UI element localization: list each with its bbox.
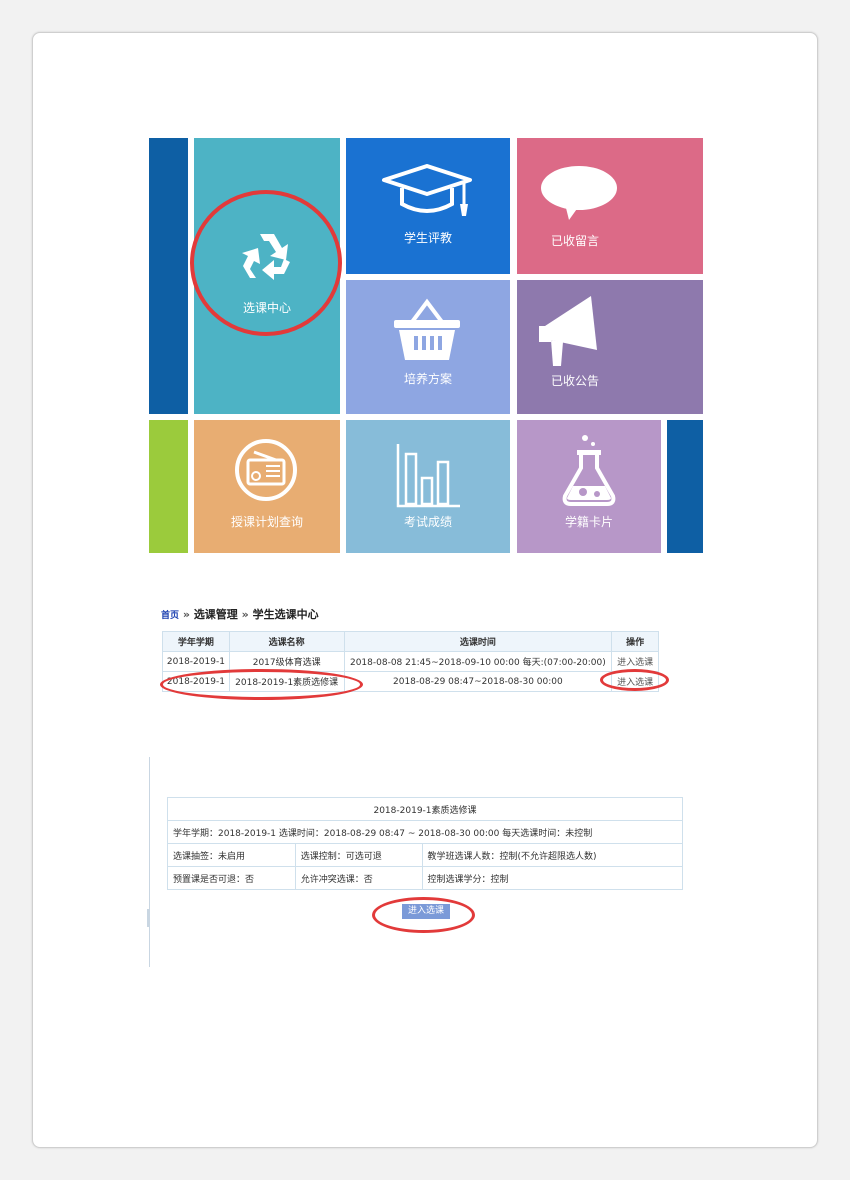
- speech-bubble-icon: [541, 166, 617, 220]
- detail-selection-control: 选课控制：可选可退: [294, 843, 423, 867]
- breadcrumb-level1: 选课管理: [193, 608, 238, 621]
- tile-label-student-card: 学籍卡片: [564, 515, 613, 529]
- detail-title: 2018-2019-1素质选修课: [167, 797, 683, 821]
- divider-line: [147, 909, 150, 927]
- recycle-icon: [242, 234, 290, 280]
- header-name: 选课名称: [228, 631, 345, 652]
- tile-label-course-selection: 选课中心: [242, 301, 291, 315]
- detail-preset-withdraw: 预置课是否可退：否: [167, 866, 296, 890]
- tile-label-received-notices: 已收公告: [551, 374, 600, 388]
- detail-allow-conflict: 允许冲突选课：否: [294, 866, 423, 890]
- tile-teaching-plan-query[interactable]: 授课计划查询: [194, 420, 340, 553]
- tile-student-evaluation[interactable]: 学生评教: [346, 138, 510, 274]
- tile-label-training-plan: 培养方案: [403, 372, 452, 386]
- enter-selection-link[interactable]: 进入选课: [611, 651, 659, 672]
- table-header-row: 学年学期 选课名称 选课时间 操作: [162, 631, 659, 652]
- breadcrumb-separator: »: [182, 608, 190, 621]
- flask-icon: [562, 435, 616, 506]
- basket-icon: [394, 298, 460, 360]
- course-detail-table: 2018-2019-1素质选修课 学年学期：2018-2019-1 选课时间：2…: [167, 797, 684, 890]
- cell-name: 2017级体育选课: [228, 651, 345, 672]
- tile-student-card[interactable]: 学籍卡片: [517, 420, 661, 553]
- tile-label-exam-scores: 考试成绩: [403, 515, 452, 529]
- tile-menu: 选课中心 学生评教 已收留言 培养方案 已收公告 授课计划查询 考试成绩 学籍卡…: [149, 138, 703, 553]
- cell-time: 2018-08-08 21:45~2018-09-10 00:00 每天:(07…: [343, 651, 613, 672]
- tile-received-notices[interactable]: 已收公告: [517, 280, 703, 414]
- header-term: 学年学期: [162, 631, 230, 652]
- tile-course-selection[interactable]: 选课中心: [194, 138, 340, 414]
- breadcrumb-level2: 学生选课中心: [252, 608, 319, 621]
- cell-time: 2018-08-29 08:47~2018-08-30 00:00: [343, 671, 613, 692]
- detail-row: 学年学期：2018-2019-1 选课时间：2018-08-29 08:47 ~…: [167, 820, 683, 844]
- radio-icon: [235, 439, 297, 501]
- table-row: 2018-2019-1 2018-2019-1素质选修课 2018-08-29 …: [162, 671, 659, 692]
- header-time: 选课时间: [343, 631, 613, 652]
- tile-label-student-evaluation: 学生评教: [403, 231, 452, 245]
- tile-label-teaching-plan-query: 授课计划查询: [230, 515, 303, 529]
- breadcrumb: 首页 » 选课管理 » 学生选课中心: [161, 606, 319, 622]
- detail-title-row: 2018-2019-1素质选修课: [167, 797, 683, 821]
- header-action: 操作: [611, 631, 659, 652]
- table-row: 2018-2019-1 2017级体育选课 2018-08-08 21:45~2…: [162, 651, 659, 672]
- detail-credit-control: 控制选课学分：控制: [421, 866, 684, 890]
- megaphone-icon: [539, 296, 597, 366]
- tile-partial-left[interactable]: [149, 138, 188, 414]
- tile-received-messages[interactable]: 已收留言: [517, 138, 703, 274]
- enter-selection-link[interactable]: 进入选课: [611, 671, 659, 692]
- detail-term-line: 学年学期：2018-2019-1 选课时间：2018-08-29 08:47 ~…: [167, 820, 683, 844]
- enter-selection-button[interactable]: 进入选课: [402, 904, 450, 919]
- tile-training-plan[interactable]: 培养方案: [346, 280, 510, 414]
- tile-exam-scores[interactable]: 考试成绩: [346, 420, 510, 553]
- detail-row: 预置课是否可退：否 允许冲突选课：否 控制选课学分：控制: [167, 866, 684, 890]
- tile-label-received-messages: 已收留言: [551, 234, 600, 248]
- detail-lottery: 选课抽签：未启用: [167, 843, 296, 867]
- divider-line: [149, 757, 150, 967]
- detail-class-size: 教学班选课人数：控制(不允许超限选人数): [421, 843, 684, 867]
- tile-partial-right[interactable]: [667, 420, 703, 553]
- course-selection-table: 学年学期 选课名称 选课时间 操作 2018-2019-1 2017级体育选课 …: [162, 631, 659, 692]
- detail-row: 选课抽签：未启用 选课控制：可选可退 教学班选课人数：控制(不允许超限选人数): [167, 843, 684, 867]
- cell-term: 2018-2019-1: [162, 671, 230, 692]
- breadcrumb-home-link[interactable]: 首页: [161, 611, 179, 621]
- tile-partial-green[interactable]: [149, 420, 188, 553]
- cell-term: 2018-2019-1: [162, 651, 230, 672]
- graduation-cap-icon: [382, 164, 472, 216]
- breadcrumb-separator: »: [241, 608, 249, 621]
- cell-name: 2018-2019-1素质选修课: [228, 671, 345, 692]
- bar-chart-icon: [396, 444, 460, 508]
